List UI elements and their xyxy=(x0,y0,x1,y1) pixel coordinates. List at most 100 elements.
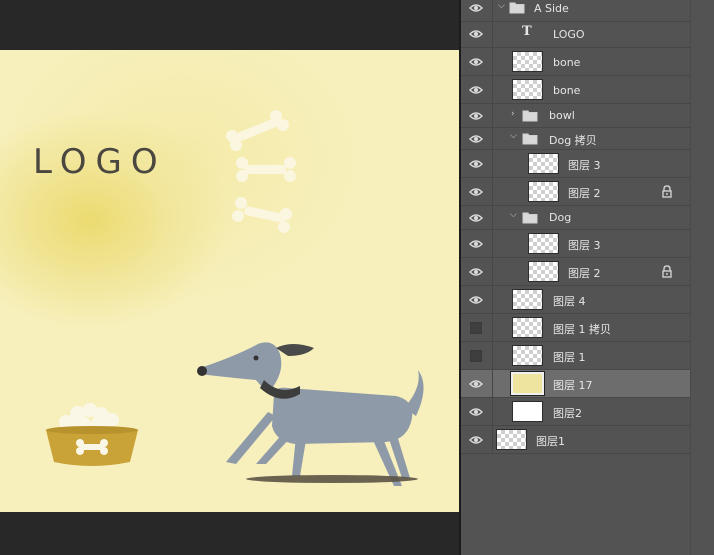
layer-row-group-dog-copy[interactable]: ⌵ Dog 拷贝 xyxy=(461,128,690,150)
layer-row[interactable]: 图层 1 xyxy=(461,342,690,370)
row-divider xyxy=(492,0,493,21)
layer-name: 图层 2 xyxy=(568,267,601,280)
eye-icon[interactable] xyxy=(469,434,483,446)
chevron-down-icon[interactable]: ⌵ xyxy=(498,1,508,13)
layer-row-group-dog[interactable]: ⌵ Dog xyxy=(461,206,690,230)
row-divider xyxy=(492,342,493,369)
layer-name: 图层 2 xyxy=(568,187,601,200)
row-divider xyxy=(492,258,493,285)
eye-icon[interactable] xyxy=(469,28,483,40)
row-divider xyxy=(492,150,493,177)
layer-row[interactable]: 图层1 xyxy=(461,426,690,454)
row-divider xyxy=(492,230,493,257)
chevron-right-icon[interactable]: › xyxy=(511,109,521,121)
layer-thumbnail xyxy=(512,317,543,338)
document-canvas[interactable]: LOGO xyxy=(0,50,460,512)
chevron-down-icon[interactable]: ⌵ xyxy=(510,131,520,143)
lock-icon xyxy=(662,185,672,198)
folder-icon xyxy=(522,212,538,224)
layer-name: 图层 4 xyxy=(553,295,586,308)
layer-name: Dog xyxy=(549,211,572,224)
layer-thumbnail xyxy=(512,289,543,310)
lock-icon xyxy=(662,265,672,278)
layer-name: 图层 3 xyxy=(568,239,601,252)
eye-icon[interactable] xyxy=(469,294,483,306)
layer-name: 图层 1 xyxy=(553,351,586,364)
layer-thumbnail xyxy=(496,429,527,450)
layer-thumbnail xyxy=(512,345,543,366)
layer-name: 图层 3 xyxy=(568,159,601,172)
row-divider xyxy=(492,128,493,149)
layer-name: A Side xyxy=(534,2,569,15)
eye-icon[interactable] xyxy=(469,406,483,418)
canvas-area[interactable]: LOGO xyxy=(0,0,460,555)
row-divider xyxy=(492,206,493,229)
layer-row-group-bowl[interactable]: › bowl xyxy=(461,104,690,128)
layer-row-selected[interactable]: 图层 17 xyxy=(461,370,690,398)
layer-name: LOGO xyxy=(553,28,585,41)
layer-row[interactable]: bone xyxy=(461,48,690,76)
layer-row-text[interactable]: T LOGO xyxy=(461,20,690,48)
layer-thumbnail xyxy=(511,372,544,395)
bone-2 xyxy=(236,157,296,182)
row-divider xyxy=(492,104,493,127)
layer-name: bowl xyxy=(549,109,575,122)
layer-row[interactable]: 图层 3 xyxy=(461,150,690,178)
bone-3 xyxy=(232,197,292,233)
layer-thumbnail xyxy=(512,401,543,422)
dog-bowl-illustration xyxy=(46,403,138,466)
eye-icon[interactable] xyxy=(469,158,483,170)
row-divider xyxy=(492,286,493,313)
layer-thumbnail xyxy=(528,153,559,174)
row-divider xyxy=(492,314,493,341)
row-divider xyxy=(492,426,493,453)
eye-icon[interactable] xyxy=(469,238,483,250)
layer-name: bone xyxy=(553,56,581,69)
eye-icon[interactable] xyxy=(469,212,483,224)
layer-name: 图层1 xyxy=(536,435,565,448)
row-divider xyxy=(492,48,493,75)
row-divider xyxy=(492,398,493,425)
layer-thumbnail xyxy=(512,79,543,100)
layer-row[interactable]: 图层2 xyxy=(461,398,690,426)
chevron-down-icon[interactable]: ⌵ xyxy=(510,210,520,222)
eye-icon[interactable] xyxy=(469,266,483,278)
eye-icon[interactable] xyxy=(469,186,483,198)
layer-name: 图层2 xyxy=(553,407,582,420)
eye-icon[interactable] xyxy=(469,110,483,122)
row-divider xyxy=(492,178,493,205)
visibility-toggle-off[interactable] xyxy=(470,350,482,362)
row-divider xyxy=(492,20,493,47)
dog-illustration xyxy=(197,342,424,486)
folder-icon xyxy=(522,110,538,122)
eye-icon[interactable] xyxy=(469,56,483,68)
row-divider xyxy=(492,370,493,397)
folder-icon xyxy=(509,2,525,14)
layer-thumbnail xyxy=(528,233,559,254)
row-divider xyxy=(492,76,493,103)
layer-row[interactable]: 图层 2 xyxy=(461,178,690,206)
layer-name: 图层 1 拷贝 xyxy=(553,323,611,336)
layer-row-group-a-side[interactable]: ⌵ A Side xyxy=(461,0,690,22)
folder-icon xyxy=(522,133,538,145)
layer-row[interactable]: 图层 2 xyxy=(461,258,690,286)
layers-scrollbar-strip[interactable] xyxy=(690,0,714,555)
layer-name: bone xyxy=(553,84,581,97)
eye-icon[interactable] xyxy=(469,378,483,390)
bone-1 xyxy=(226,110,289,151)
layer-thumbnail xyxy=(528,261,559,282)
layer-row[interactable]: 图层 3 xyxy=(461,230,690,258)
layer-name: Dog 拷贝 xyxy=(549,134,597,147)
layer-row[interactable]: 图层 1 拷贝 xyxy=(461,314,690,342)
layer-row[interactable]: 图层 4 xyxy=(461,286,690,314)
layer-row[interactable]: bone xyxy=(461,76,690,104)
text-layer-icon: T xyxy=(522,24,532,39)
layer-name: 图层 17 xyxy=(553,379,593,392)
layer-thumbnail xyxy=(528,181,559,202)
dog-shadow xyxy=(246,475,418,483)
eye-icon[interactable] xyxy=(469,133,483,145)
visibility-toggle-off[interactable] xyxy=(470,322,482,334)
layer-thumbnail xyxy=(512,51,543,72)
eye-icon[interactable] xyxy=(469,84,483,96)
eye-icon[interactable] xyxy=(469,2,483,14)
